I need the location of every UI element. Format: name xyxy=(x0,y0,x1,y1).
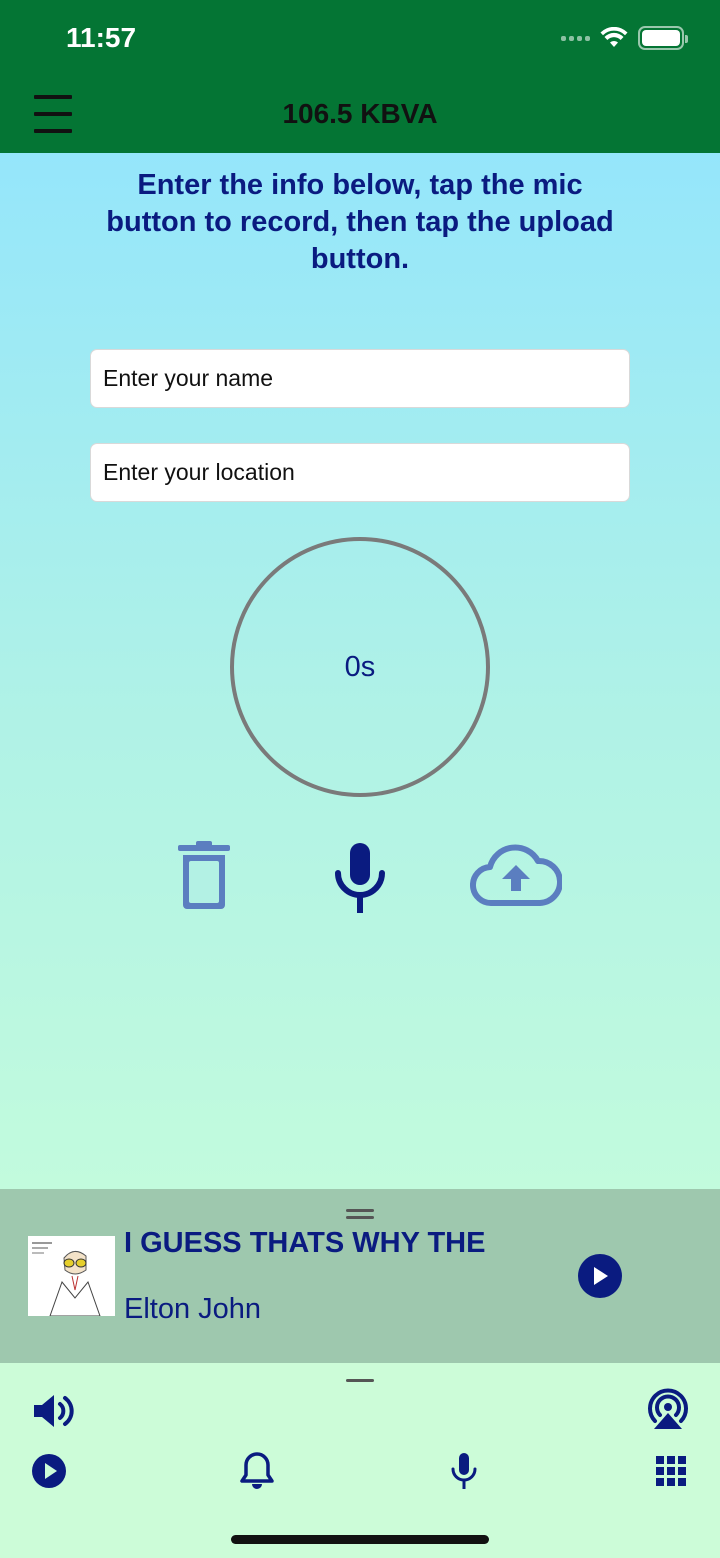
drag-handle-line xyxy=(346,1216,374,1219)
cloud-upload-icon xyxy=(469,844,563,907)
song-artist: Elton John xyxy=(124,1293,262,1325)
airplay-icon xyxy=(648,1388,688,1429)
station-title: 106.5 KBVA xyxy=(282,98,438,129)
song-title: I GUESS THATS WHY THE xyxy=(124,1227,486,1259)
record-button[interactable] xyxy=(330,841,390,920)
airplay-button[interactable] xyxy=(645,1387,691,1436)
delete-recording-button[interactable] xyxy=(174,841,234,916)
now-playing-bar[interactable]: I GUESS THATS WHY THE Elton John xyxy=(0,1189,720,1363)
cellular-signal-icon xyxy=(561,35,590,41)
grid-icon xyxy=(656,1456,686,1486)
upload-button[interactable] xyxy=(469,843,563,912)
volume-icon xyxy=(34,1395,74,1427)
play-icon xyxy=(32,1454,66,1488)
play-icon xyxy=(594,1267,608,1285)
tab-record[interactable] xyxy=(450,1451,478,1496)
tab-play[interactable] xyxy=(31,1453,67,1494)
recording-timer-text: 0s xyxy=(344,650,376,683)
bottom-bar xyxy=(0,1363,720,1558)
album-art xyxy=(28,1236,115,1316)
bell-icon xyxy=(240,1452,274,1489)
location-input[interactable] xyxy=(90,443,630,502)
tab-notifications[interactable] xyxy=(240,1451,274,1494)
battery-icon xyxy=(638,26,688,50)
main-content: Enter the info below, tap the mic button… xyxy=(0,153,720,1189)
instructions-text: Enter the info below, tap the mic button… xyxy=(106,169,614,275)
trash-icon xyxy=(178,841,230,909)
app-header: 11:57 106.5 KBVA xyxy=(0,0,720,153)
name-input[interactable] xyxy=(90,349,630,408)
play-button[interactable] xyxy=(578,1254,622,1298)
volume-button[interactable] xyxy=(32,1391,76,1436)
home-indicator[interactable] xyxy=(231,1535,489,1544)
status-icons xyxy=(561,26,688,50)
drag-handle[interactable] xyxy=(346,1209,374,1212)
wifi-icon xyxy=(600,27,628,47)
recording-timer-circle: 0s xyxy=(230,537,490,797)
status-time: 11:57 xyxy=(66,22,137,53)
tab-more[interactable] xyxy=(656,1456,686,1491)
bottom-drag-handle[interactable] xyxy=(346,1379,374,1382)
microphone-icon xyxy=(335,843,385,913)
microphone-icon xyxy=(451,1453,477,1489)
